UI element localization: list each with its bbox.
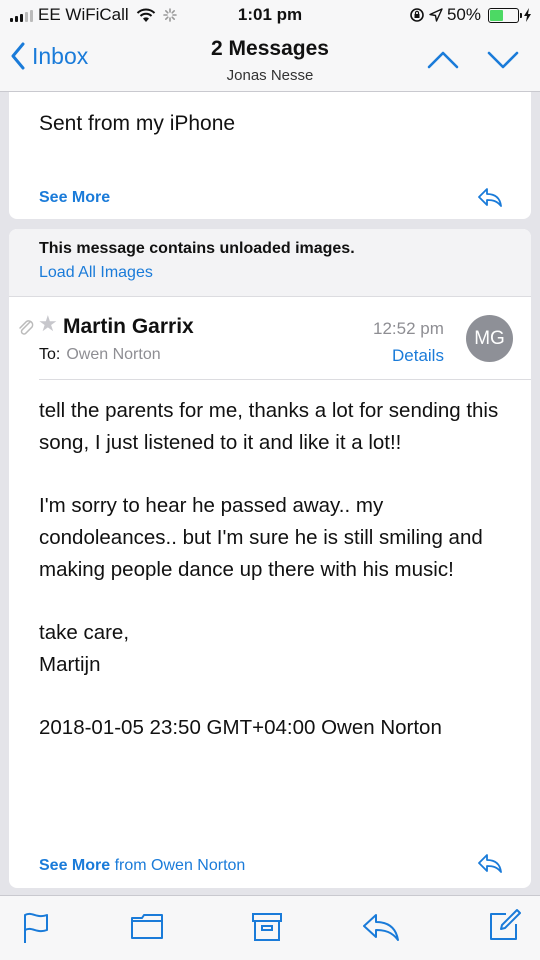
folder-icon[interactable]	[130, 912, 164, 940]
battery-fill	[490, 9, 503, 21]
body-signature: Martijn	[39, 653, 101, 676]
message-signature: Sent from my iPhone	[39, 112, 236, 135]
status-right: 50%	[409, 5, 532, 25]
message-card: This message contains unloaded images. L…	[9, 229, 531, 888]
message-navigation	[426, 46, 520, 74]
reply-icon[interactable]	[477, 853, 503, 873]
chevron-down-icon[interactable]	[486, 46, 520, 74]
see-more-label: See More	[39, 857, 111, 874]
charging-icon	[524, 8, 531, 22]
avatar[interactable]: MG	[466, 315, 513, 362]
sender-name[interactable]: Martin Garrix	[63, 315, 194, 339]
see-more-from-link[interactable]: See More from Owen Norton	[39, 857, 245, 875]
reply-icon[interactable]	[477, 187, 503, 207]
to-label: To:	[39, 346, 61, 363]
battery-percent: 50%	[446, 5, 481, 24]
paperclip-icon	[19, 320, 34, 335]
bottom-toolbar	[0, 895, 540, 960]
reply-icon[interactable]	[362, 912, 400, 942]
body-paragraph-1: tell the parents for me, thanks a lot fo…	[39, 399, 499, 454]
unloaded-images-banner: This message contains unloaded images. L…	[9, 229, 531, 297]
navigation-bar: Inbox 2 Messages Jonas Nesse	[0, 30, 540, 92]
status-bar: EE WiFiCall 1:01 pm 50%	[0, 0, 540, 30]
flag-icon[interactable]	[22, 912, 50, 944]
rotation-lock-icon	[410, 8, 424, 22]
header-divider	[39, 379, 531, 380]
archive-icon[interactable]	[251, 912, 283, 942]
message-time: 12:52 pm	[373, 319, 444, 338]
body-paragraph-2: I'm sorry to hear he passed away.. my co…	[39, 494, 483, 581]
compose-icon[interactable]	[488, 908, 522, 942]
previous-message-card[interactable]: Sent from my iPhone See More	[9, 92, 531, 219]
see-more-from-label: from Owen Norton	[114, 857, 246, 874]
unloaded-images-notice: This message contains unloaded images.	[39, 240, 355, 257]
body-sign-off: take care,	[39, 621, 130, 644]
quoted-header: 2018-01-05 23:50 GMT+04:00 Owen Norton	[39, 716, 442, 739]
recipient-name[interactable]: Owen Norton	[66, 346, 160, 363]
star-icon[interactable]: ★	[38, 311, 58, 337]
location-icon	[429, 8, 443, 22]
recipient-row: To: Owen Norton	[39, 346, 161, 364]
chevron-up-icon[interactable]	[426, 46, 460, 74]
load-all-images-link[interactable]: Load All Images	[39, 264, 153, 282]
see-more-link[interactable]: See More	[39, 189, 110, 207]
details-link[interactable]: Details	[392, 346, 444, 366]
message-body: tell the parents for me, thanks a lot fo…	[39, 395, 519, 744]
battery-icon	[488, 7, 522, 23]
